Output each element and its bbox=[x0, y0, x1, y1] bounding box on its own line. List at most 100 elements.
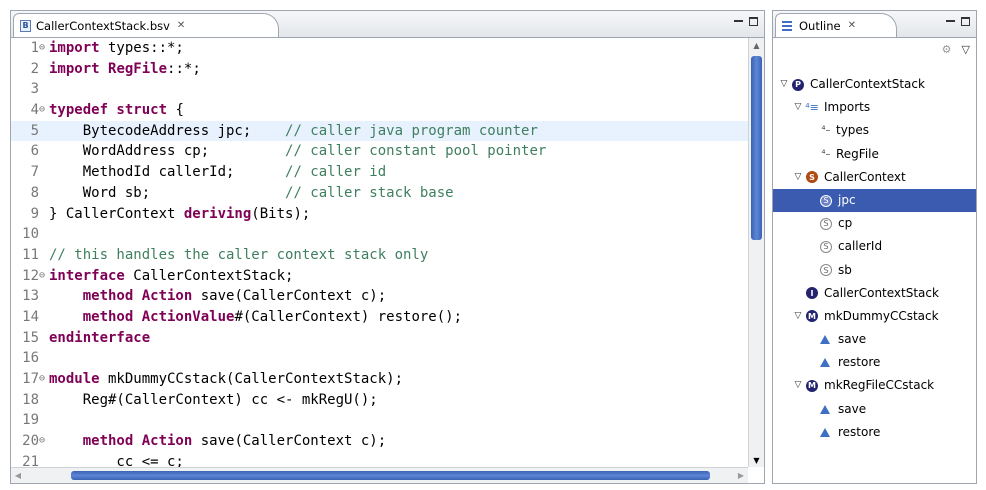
code-token: MethodId callerId; bbox=[49, 164, 286, 181]
outline-tab[interactable]: Outline ✕ bbox=[775, 13, 897, 37]
outline-node[interactable]: ▽ ⁴≡ Imports bbox=[773, 96, 976, 119]
keyword-token: import bbox=[49, 60, 100, 77]
keyword-token: module bbox=[49, 371, 100, 387]
code-line[interactable]: 9} CallerContext deriving(Bits); bbox=[11, 204, 748, 225]
line-number: 12 bbox=[22, 267, 39, 284]
expand-toggle-icon[interactable]: ▽ bbox=[793, 305, 803, 328]
scroll-right-icon[interactable]: ▶ bbox=[734, 468, 748, 482]
code-editor[interactable]: 1⊖ import types::*; 2 import RegFile::*; 34⊖… bbox=[11, 38, 748, 467]
maximize-icon[interactable] bbox=[961, 17, 970, 26]
code-line[interactable]: 1⊖ import types::*; bbox=[11, 38, 748, 59]
expand-toggle-icon[interactable]: ▽ bbox=[793, 96, 803, 119]
outline-node[interactable]: Scp bbox=[773, 212, 976, 235]
outline-node[interactable]: restore bbox=[773, 421, 976, 444]
code-line[interactable]: 11 // this handles the caller context sta… bbox=[11, 245, 748, 266]
code-line[interactable]: 20⊖ method Action save(CallerContext c); bbox=[11, 431, 748, 452]
code-line[interactable]: 15 endinterface bbox=[11, 328, 748, 349]
editor-tab[interactable]: B CallerContextStack.bsv ✕ bbox=[13, 13, 279, 37]
outline-node[interactable]: Ssb bbox=[773, 259, 976, 282]
keyword-token: import bbox=[49, 40, 100, 56]
outline-node[interactable]: ▽ MmkDummyCCstack bbox=[773, 305, 976, 328]
horizontal-scrollbar[interactable]: ◀ ▶ bbox=[11, 467, 748, 483]
outline-node-label: RegFile bbox=[836, 146, 879, 161]
outline-node-label: restore bbox=[838, 424, 881, 439]
minimize-icon[interactable] bbox=[734, 20, 743, 22]
expand-toggle-icon[interactable]: ▽ bbox=[793, 374, 803, 397]
line-number: 18 bbox=[22, 391, 39, 408]
code-line[interactable]: 17⊖ module mkDummyCCstack(CallerContextSt… bbox=[11, 369, 748, 390]
code-token: #(CallerContext) restore(); bbox=[234, 308, 463, 325]
outline-tree: ▽ P CallerContextStack ▽ ⁴≡ Imports ⁴– types ⁴– R… bbox=[773, 73, 976, 444]
outline-node[interactable]: ▽ P CallerContextStack bbox=[773, 73, 976, 96]
outline-node[interactable]: ▽ MmkRegFileCCstack bbox=[773, 374, 976, 397]
outline-node[interactable]: save bbox=[773, 398, 976, 421]
scroll-up-icon[interactable]: ▲ bbox=[749, 38, 764, 52]
code-line[interactable]: 18 Reg#(CallerContext) cc <- mkRegU(); bbox=[11, 390, 748, 411]
import-item-icon: ⁴– bbox=[821, 125, 831, 137]
line-number: 19 bbox=[22, 412, 39, 429]
outline-node[interactable]: save bbox=[773, 328, 976, 351]
code-token: BytecodeAddress jpc; bbox=[49, 122, 286, 139]
line-number: 5 bbox=[30, 122, 39, 139]
fold-collapse-icon[interactable]: ⊖ bbox=[39, 266, 49, 287]
expand-toggle-icon[interactable]: ▽ bbox=[779, 73, 789, 96]
fold-collapse-icon[interactable]: ⊖ bbox=[39, 431, 49, 452]
vertical-scrollbar[interactable]: ▲ ▼ bbox=[748, 38, 764, 467]
scroll-left-icon[interactable]: ◀ bbox=[11, 468, 25, 482]
outline-node-label: cp bbox=[838, 216, 853, 231]
expand-toggle-icon[interactable]: ▽ bbox=[793, 166, 803, 189]
maximize-icon[interactable] bbox=[749, 17, 758, 26]
vertical-scroll-thumb[interactable] bbox=[751, 56, 762, 240]
code-token: save(CallerContext c); bbox=[192, 288, 387, 305]
code-line[interactable]: 14 method ActionValue#(CallerContext) re… bbox=[11, 307, 748, 328]
line-number: 6 bbox=[30, 143, 39, 160]
fold-collapse-icon[interactable]: ⊖ bbox=[39, 38, 49, 59]
fold-collapse-icon[interactable]: ⊖ bbox=[39, 369, 49, 390]
comment-token: // this handles the caller context stack… bbox=[49, 246, 429, 263]
code-line[interactable]: 13 method Action save(CallerContext c); bbox=[11, 286, 748, 307]
scroll-down-icon[interactable]: ▼ bbox=[749, 453, 764, 467]
outline-pane: Outline ✕ ⚙ ▽ ▽ P CallerContextStack ▽ ⁴≡ Imp… bbox=[772, 10, 977, 484]
code-line[interactable]: 19 bbox=[11, 410, 748, 431]
code-line[interactable]: 16 bbox=[11, 348, 748, 369]
minimize-icon[interactable] bbox=[946, 20, 955, 22]
code-line[interactable]: 8 Word sb; // caller stack base bbox=[11, 183, 748, 204]
code-line[interactable]: 21 cc <= c; bbox=[11, 452, 748, 467]
outline-node[interactable]: I CallerContextStack bbox=[773, 282, 976, 305]
code-token: } CallerContext bbox=[49, 205, 184, 222]
field-icon: S bbox=[820, 240, 832, 253]
fold-collapse-icon[interactable]: ⊖ bbox=[39, 100, 49, 121]
field-icon: S bbox=[820, 217, 832, 230]
code-line[interactable]: 2 import RegFile::*; bbox=[11, 59, 748, 80]
editor-pane: B CallerContextStack.bsv ✕ 1⊖ import type… bbox=[10, 10, 765, 484]
code-line[interactable]: 3 bbox=[11, 79, 748, 100]
close-icon[interactable]: ✕ bbox=[177, 20, 185, 31]
outline-node[interactable]: ⁴– RegFile bbox=[773, 143, 976, 166]
code-line[interactable]: 7 MethodId callerId; // caller id bbox=[11, 162, 748, 183]
code-line[interactable]: 12⊖ interface CallerContextStack; bbox=[11, 266, 748, 287]
field-icon: S bbox=[820, 194, 832, 207]
outline-node[interactable]: restore bbox=[773, 351, 976, 374]
method-icon bbox=[820, 427, 830, 437]
horizontal-scroll-thumb[interactable] bbox=[71, 471, 710, 480]
outline-node-label: CallerContext bbox=[824, 169, 906, 184]
view-menu-icon[interactable]: ▽ bbox=[962, 43, 970, 56]
editor-tabbar: B CallerContextStack.bsv ✕ bbox=[11, 11, 764, 38]
line-number: 21 bbox=[22, 453, 39, 467]
outline-node-label: CallerContextStack bbox=[824, 285, 939, 300]
outline-node[interactable]: ▽ S CallerContext bbox=[773, 166, 976, 189]
code-line[interactable]: 4⊖ typedef struct { bbox=[11, 100, 748, 121]
outline-node[interactable]: Sjpc bbox=[773, 188, 976, 213]
line-number: 17 bbox=[22, 371, 39, 387]
sort-icon[interactable]: ⚙ bbox=[942, 43, 952, 56]
code-line[interactable]: 10 bbox=[11, 224, 748, 245]
code-line[interactable]: 5 BytecodeAddress jpc; // caller java pr… bbox=[11, 120, 748, 142]
close-icon[interactable]: ✕ bbox=[848, 20, 856, 31]
outline-tabbar: Outline ✕ bbox=[773, 11, 976, 38]
code-line[interactable]: 6 WordAddress cp; // caller constant poo… bbox=[11, 141, 748, 162]
outline-node[interactable]: ScallerId bbox=[773, 235, 976, 258]
outline-node[interactable]: ⁴– types bbox=[773, 119, 976, 142]
line-number: 3 bbox=[30, 81, 39, 98]
